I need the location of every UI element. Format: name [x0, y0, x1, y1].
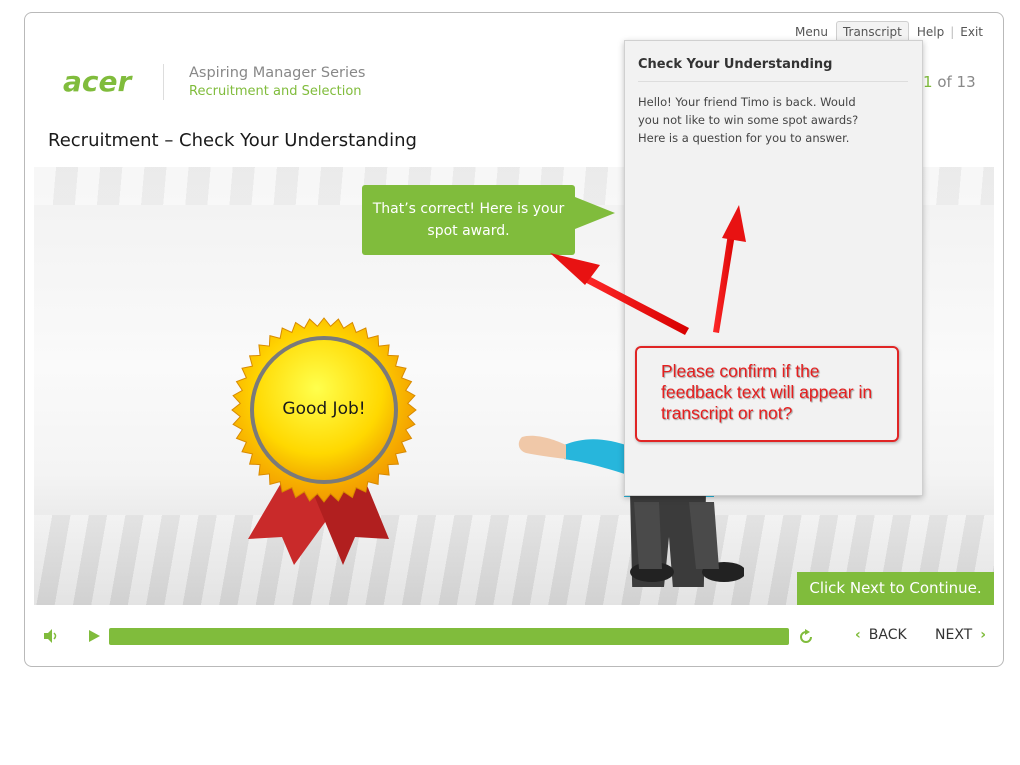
page-title: Recruitment – Check Your Understanding	[48, 130, 417, 151]
progress-fill	[109, 628, 789, 645]
header-divider	[163, 64, 164, 100]
award-badge: Good Job!	[224, 303, 424, 573]
replay-icon[interactable]	[797, 628, 815, 646]
help-link[interactable]: Help	[911, 23, 950, 41]
chevron-right-icon: ›	[980, 627, 986, 643]
course-title: Recruitment and Selection	[189, 84, 362, 99]
series-title: Aspiring Manager Series	[189, 65, 366, 81]
page-current: 1	[923, 73, 933, 91]
review-comment-text: Please confirm if the feedback text will…	[661, 361, 873, 423]
badge-label: Good Job!	[282, 399, 366, 419]
acer-logo: acer	[63, 65, 133, 98]
page-total: of 13	[932, 73, 976, 91]
page-counter: 1 of 13	[923, 73, 976, 91]
transcript-title: Check Your Understanding	[638, 57, 908, 82]
next-button[interactable]: NEXT ›	[935, 627, 986, 643]
transcript-body: Hello! Your friend Timo is back. Would y…	[638, 95, 859, 145]
course-player-frame: Menu Transcript Help | Exit acer Aspirin…	[24, 12, 1004, 667]
player-controls: ‹ BACK NEXT ›	[25, 621, 1005, 653]
back-button[interactable]: ‹ BACK	[855, 627, 907, 643]
menu-link[interactable]: Menu	[789, 23, 834, 41]
review-comment-box: Please confirm if the feedback text will…	[635, 346, 899, 442]
award-ribbon-icon	[231, 317, 417, 565]
progress-bar[interactable]	[109, 628, 789, 645]
play-icon[interactable]	[85, 627, 103, 645]
exit-link[interactable]: Exit	[954, 23, 989, 41]
next-label: NEXT	[935, 627, 973, 643]
speech-bubble: That’s correct! Here is your spot award.	[362, 185, 615, 255]
back-label: BACK	[868, 627, 907, 643]
logo-text: acer	[63, 65, 133, 98]
volume-icon[interactable]	[42, 627, 60, 645]
click-next-hint: Click Next to Continue.	[797, 572, 994, 605]
chevron-left-icon: ‹	[855, 627, 861, 643]
